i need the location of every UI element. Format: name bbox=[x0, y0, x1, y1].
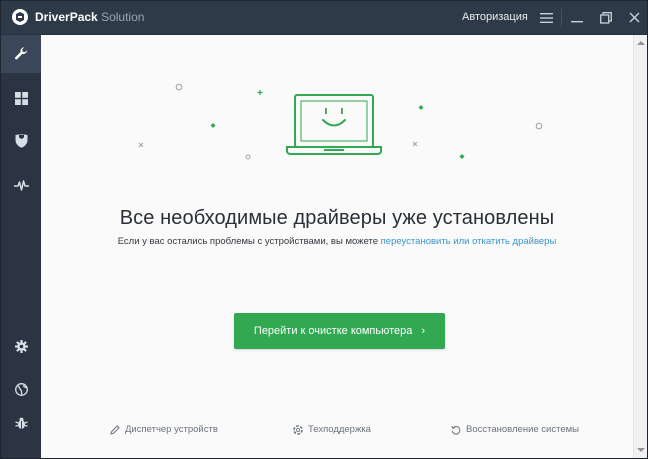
sidebar-item-diagnostics[interactable] bbox=[1, 166, 41, 204]
sidebar bbox=[1, 35, 41, 458]
reinstall-drivers-link[interactable]: переустановить или откатить драйверы bbox=[381, 236, 557, 247]
vertical-scrollbar[interactable] bbox=[633, 35, 647, 458]
sidebar-item-settings[interactable] bbox=[1, 327, 41, 365]
gear-icon bbox=[14, 339, 28, 353]
happy-laptop-illustration bbox=[138, 83, 543, 160]
grid-icon bbox=[14, 91, 28, 105]
support-link[interactable]: Техподдержка bbox=[293, 424, 371, 435]
wrench-icon bbox=[14, 47, 28, 60]
lifebuoy-icon bbox=[293, 424, 303, 435]
close-icon bbox=[629, 12, 639, 23]
minimize-button[interactable] bbox=[562, 1, 592, 34]
chevron-right-icon: › bbox=[421, 325, 426, 337]
restore-arrow-icon bbox=[451, 425, 461, 435]
pulse-icon bbox=[13, 179, 29, 191]
restore-button[interactable] bbox=[591, 1, 621, 34]
pencil-icon bbox=[110, 424, 120, 435]
page-title: Все необходимые драйверы уже установлены bbox=[119, 207, 555, 229]
device-manager-link[interactable]: Диспетчер устройств bbox=[110, 424, 218, 435]
scroll-down-arrow-icon[interactable] bbox=[637, 448, 645, 452]
close-button[interactable] bbox=[619, 1, 648, 34]
shield-icon bbox=[15, 134, 27, 148]
system-restore-link[interactable]: Восстановление системы bbox=[451, 424, 579, 435]
title-bar[interactable]: DriverPack Solution Авторизация bbox=[1, 1, 647, 35]
go-to-cleanup-button-label: Перейти к очистке компьютера bbox=[253, 325, 413, 337]
hamburger-icon bbox=[539, 12, 553, 23]
app-title-bold: DriverPack bbox=[35, 10, 98, 24]
bug-icon bbox=[14, 417, 28, 429]
app-title-light: Solution bbox=[101, 10, 145, 24]
app-title: DriverPack Solution bbox=[35, 10, 144, 24]
support-label: Техподдержка bbox=[308, 424, 371, 435]
system-restore-label: Восстановление системы bbox=[466, 424, 580, 435]
info-text-prefix: Если у вас остались проблемы с устройств… bbox=[117, 236, 381, 247]
minimize-icon bbox=[571, 20, 583, 22]
sidebar-item-drivers[interactable] bbox=[1, 35, 41, 73]
globe-icon bbox=[14, 382, 28, 396]
go-to-cleanup-button[interactable]: Перейти к очистке компьютера › bbox=[234, 313, 445, 349]
sidebar-item-language[interactable] bbox=[1, 370, 41, 408]
device-manager-label: Диспетчер устройств bbox=[125, 424, 218, 435]
restore-icon bbox=[600, 11, 612, 24]
sidebar-item-protection[interactable] bbox=[1, 122, 41, 160]
menu-button[interactable] bbox=[531, 1, 561, 34]
info-text: Если у вас остались проблемы с устройств… bbox=[41, 236, 633, 247]
sidebar-item-apps[interactable] bbox=[1, 79, 41, 117]
scroll-up-arrow-icon[interactable] bbox=[637, 41, 645, 45]
auth-link[interactable]: Авторизация bbox=[462, 11, 528, 23]
main-content: Все необходимые драйверы уже установлены… bbox=[41, 35, 633, 458]
sidebar-item-report-bug[interactable] bbox=[1, 404, 41, 442]
app-window: DriverPack Solution Авторизация Все необ… bbox=[0, 0, 648, 459]
driverpack-logo-icon bbox=[12, 9, 28, 25]
